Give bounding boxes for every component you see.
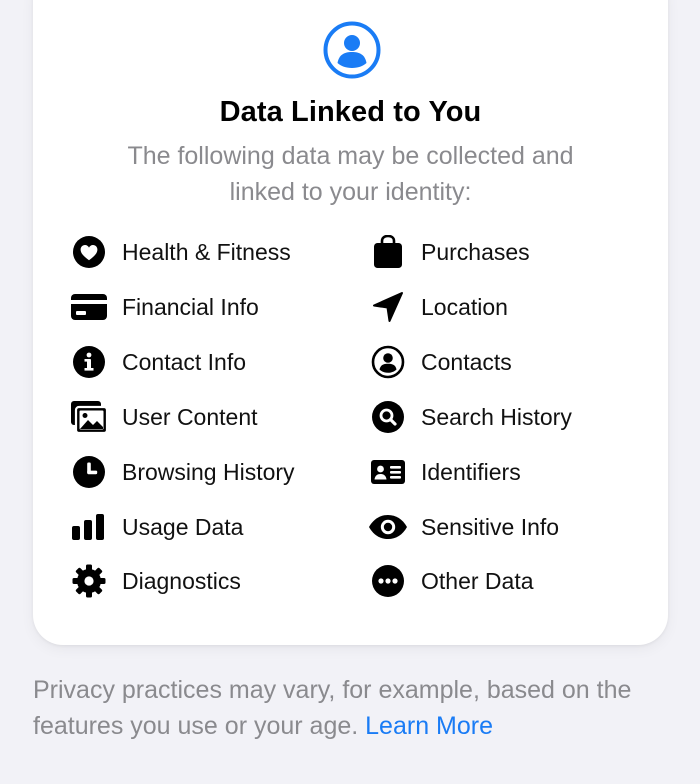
ellipsis-circle-icon [368, 561, 408, 601]
category-health-fitness: Health & Fitness [69, 232, 291, 272]
photos-icon [69, 397, 109, 437]
category-usage-data: Usage Data [69, 507, 243, 547]
category-diagnostics: Diagnostics [69, 561, 241, 601]
category-contacts: Contacts [368, 342, 512, 382]
category-identifiers: Identifiers [368, 452, 521, 492]
category-search-history: Search History [368, 397, 572, 437]
category-user-content: User Content [69, 397, 258, 437]
category-label: Location [421, 293, 508, 320]
learn-more-link[interactable]: Learn More [365, 712, 493, 740]
category-label: Purchases [421, 238, 530, 265]
magnifying-glass-circle-icon [368, 397, 408, 437]
id-card-icon [368, 452, 408, 492]
credit-card-icon [69, 287, 109, 327]
category-contact-info: Contact Info [69, 342, 246, 382]
bar-chart-icon [69, 507, 109, 547]
category-label: Financial Info [122, 293, 259, 320]
privacy-footer: Privacy practices may vary, for example,… [33, 672, 673, 744]
shopping-bag-icon [368, 232, 408, 272]
card-title: Data Linked to You [219, 96, 482, 128]
category-label: Contact Info [122, 348, 247, 375]
category-label: Browsing History [122, 458, 295, 485]
location-arrow-icon [368, 287, 408, 327]
category-label: Usage Data [122, 513, 244, 540]
category-label: Contacts [421, 348, 512, 375]
category-label: Search History [421, 403, 572, 430]
heart-icon [69, 232, 109, 272]
category-sensitive-info: Sensitive Info [368, 507, 559, 547]
category-label: Diagnostics [122, 567, 241, 594]
info-circle-icon [69, 342, 109, 382]
category-financial-info: Financial Info [69, 287, 259, 327]
category-purchases: Purchases [368, 232, 530, 272]
eye-icon [368, 507, 408, 547]
clock-icon [69, 452, 109, 492]
category-label: Sensitive Info [421, 513, 560, 540]
footer-text: Privacy practices may vary, for example,… [33, 676, 632, 740]
data-linked-card: Data Linked to You The following data ma… [33, 0, 668, 645]
person-circle-icon [323, 21, 381, 79]
category-label: User Content [122, 403, 258, 430]
category-label: Identifiers [421, 458, 521, 485]
category-other-data: Other Data [368, 561, 534, 601]
gear-icon [69, 561, 109, 601]
person-circle-icon [368, 342, 408, 382]
category-browsing-history: Browsing History [69, 452, 295, 492]
category-label: Health & Fitness [122, 238, 291, 265]
card-subtitle: The following data may be collected and … [127, 142, 574, 206]
category-location: Location [368, 287, 508, 327]
category-label: Other Data [421, 567, 534, 594]
